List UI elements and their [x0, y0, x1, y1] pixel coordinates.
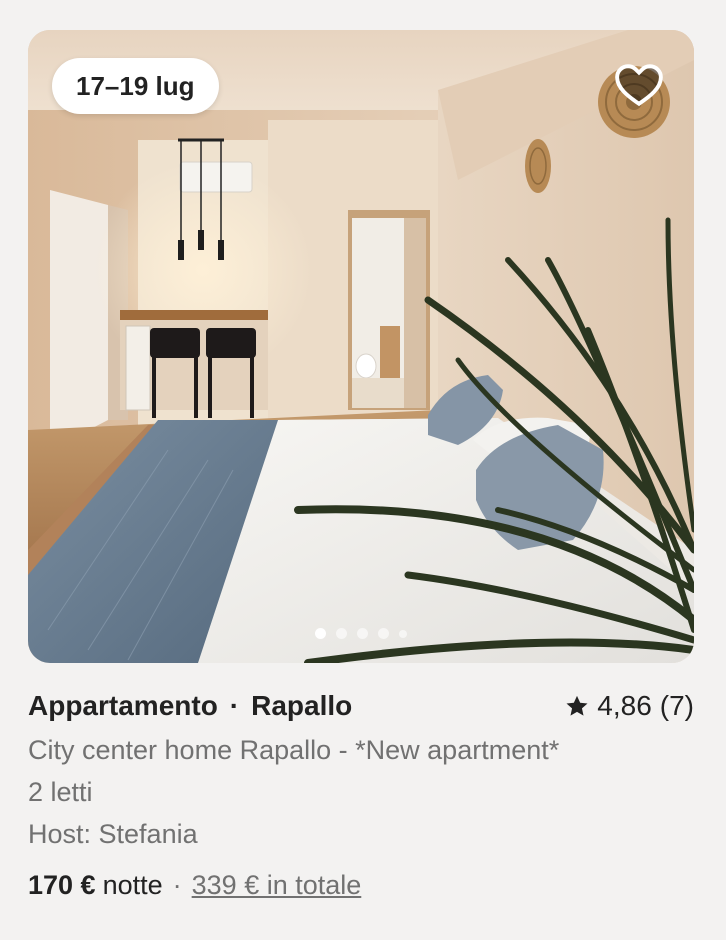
listing-name: City center home Rapallo - *New apartmen… [28, 735, 560, 765]
listing-title: Appartamento · Rapallo [28, 690, 352, 722]
star-icon [566, 695, 588, 716]
carousel-dot[interactable] [315, 628, 326, 639]
carousel-dot[interactable] [378, 628, 389, 639]
price-separator: · [172, 870, 182, 900]
listing-info[interactable]: Appartamento · Rapallo 4,86 (7) City cen… [28, 686, 694, 901]
property-type: Appartamento [28, 690, 218, 721]
carousel-dot[interactable] [336, 628, 347, 639]
bedroom-photo-image [28, 30, 694, 663]
price-amount: 170 € [28, 870, 96, 900]
price-row: 170 € notte · 339 € in totale [28, 870, 694, 901]
title-separator: · [229, 690, 240, 721]
listing-card[interactable]: 17–19 lug Appartamento · Rapallo 4,86 (7… [0, 0, 726, 940]
beds: 2 letti [28, 777, 93, 807]
rating-value: 4,86 [597, 690, 652, 721]
photo-carousel-dots[interactable] [28, 628, 694, 639]
dates-label: 17–19 lug [76, 70, 195, 101]
price-unit: notte [102, 870, 163, 900]
host: Host: Stefania [28, 819, 198, 849]
rating: 4,86 (7) [565, 690, 694, 722]
carousel-dot[interactable] [357, 628, 368, 639]
review-count: (7) [659, 690, 694, 721]
dates-badge: 17–19 lug [52, 58, 219, 114]
listing-photo[interactable]: 17–19 lug [28, 30, 694, 663]
carousel-dot[interactable] [399, 629, 407, 638]
location: Rapallo [251, 690, 353, 721]
total-price-link[interactable]: 339 € in totale [192, 870, 362, 901]
heart-icon[interactable] [614, 60, 664, 110]
